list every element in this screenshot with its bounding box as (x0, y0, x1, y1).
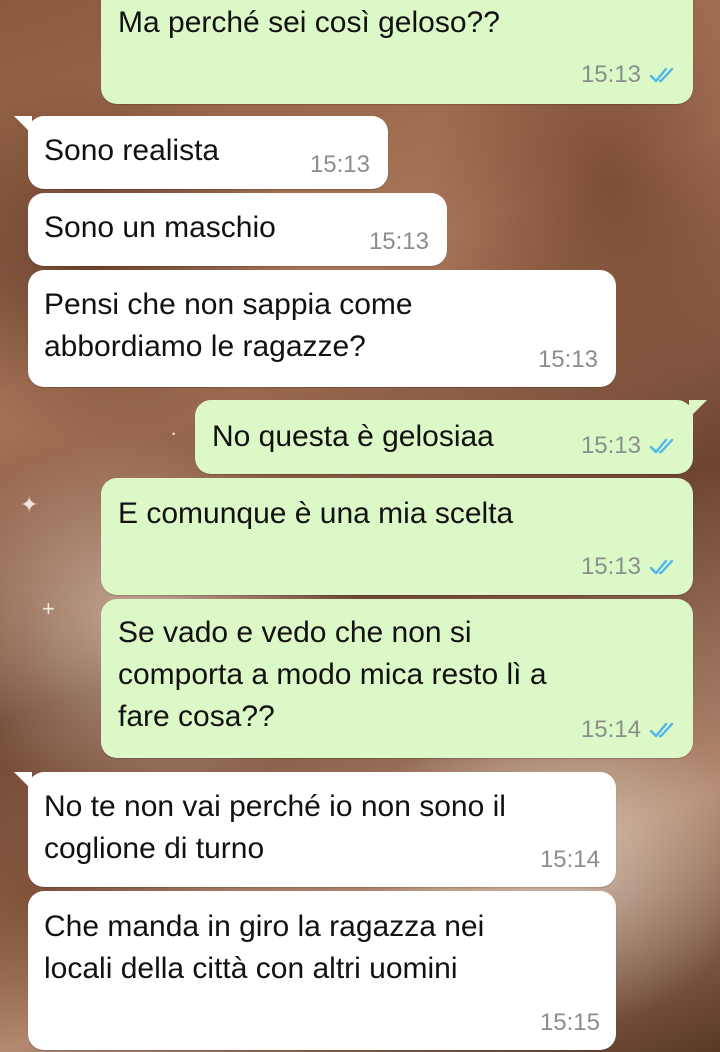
message-bubble-incoming[interactable]: Che manda in giro la ragazza nei locali … (28, 891, 616, 1050)
message-time: 15:13 (309, 151, 370, 178)
message-bubble-outgoing[interactable]: E comunque è una mia scelta 15:13 (101, 478, 693, 595)
bubble-tail (689, 400, 707, 418)
message-text: E comunque è una mia scelta (118, 497, 514, 530)
message-bubble-outgoing[interactable]: Ma perché sei così geloso?? 15:13 (101, 0, 693, 104)
message-bubble-incoming[interactable]: Sono realista 15:13 (14, 116, 388, 189)
sparkle-decoration: ✦ (20, 492, 39, 517)
message-text-line: abbordiamo le ragazze? (44, 330, 366, 363)
message-bubble-incoming[interactable]: Sono un maschio 15:13 (28, 193, 447, 266)
message-meta: 15:14 (540, 846, 600, 874)
message-meta: 15:13 (581, 432, 679, 460)
message-bubble-outgoing[interactable]: No questa è gelosiaa 15:13 (195, 400, 707, 474)
message-text-line: fare cosa?? (118, 700, 275, 733)
message-meta: 15:13 (538, 346, 598, 374)
message-text: No questa è gelosiaa (212, 420, 494, 453)
message-text-line: comporta a modo mica resto lì a (118, 658, 547, 691)
sparkle-decoration: · (170, 420, 178, 445)
double-check-icon (649, 722, 674, 738)
message-time: 15:15 (539, 1009, 600, 1036)
message-time: 15:14 (539, 846, 600, 873)
message-time: 15:14 (580, 716, 641, 743)
message-bubble-incoming[interactable]: No te non vai perché io non sono il cogl… (14, 772, 616, 887)
bubble-tail (14, 116, 32, 134)
message-text: Ma perché sei così geloso?? (118, 6, 500, 39)
message-meta: 15:13 (310, 151, 370, 179)
message-meta: 15:15 (540, 1009, 600, 1037)
double-check-icon (649, 559, 674, 575)
message-meta: 15:13 (369, 228, 429, 256)
double-check-icon (649, 438, 674, 454)
message-meta: 15:14 (581, 716, 679, 744)
message-bubble-incoming[interactable]: Pensi che non sappia come abbordiamo le … (28, 270, 616, 387)
message-text-line: Se vado e vedo che non si (118, 616, 472, 649)
message-time: 15:13 (580, 61, 641, 88)
message-text-line: locali della città con altri uomini (44, 952, 458, 985)
bubble-tail (14, 772, 32, 790)
message-text-line: coglione di turno (44, 832, 265, 865)
message-time: 15:13 (368, 228, 429, 255)
message-meta: 15:13 (581, 61, 679, 89)
message-text-line: No te non vai perché io non sono il (44, 790, 506, 823)
message-text: Sono un maschio (44, 211, 276, 244)
message-text-line: Pensi che non sappia come (44, 288, 413, 321)
message-time: 15:13 (580, 553, 641, 580)
message-meta: 15:13 (581, 553, 679, 581)
message-bubble-outgoing[interactable]: Se vado e vedo che non si comporta a mod… (101, 599, 693, 758)
message-text: Sono realista (44, 134, 220, 167)
message-text-line: Che manda in giro la ragazza nei (44, 910, 485, 943)
message-time: 15:13 (537, 346, 598, 373)
double-check-icon (649, 67, 674, 83)
sparkle-decoration: + (42, 596, 55, 621)
message-time: 15:13 (580, 432, 641, 459)
